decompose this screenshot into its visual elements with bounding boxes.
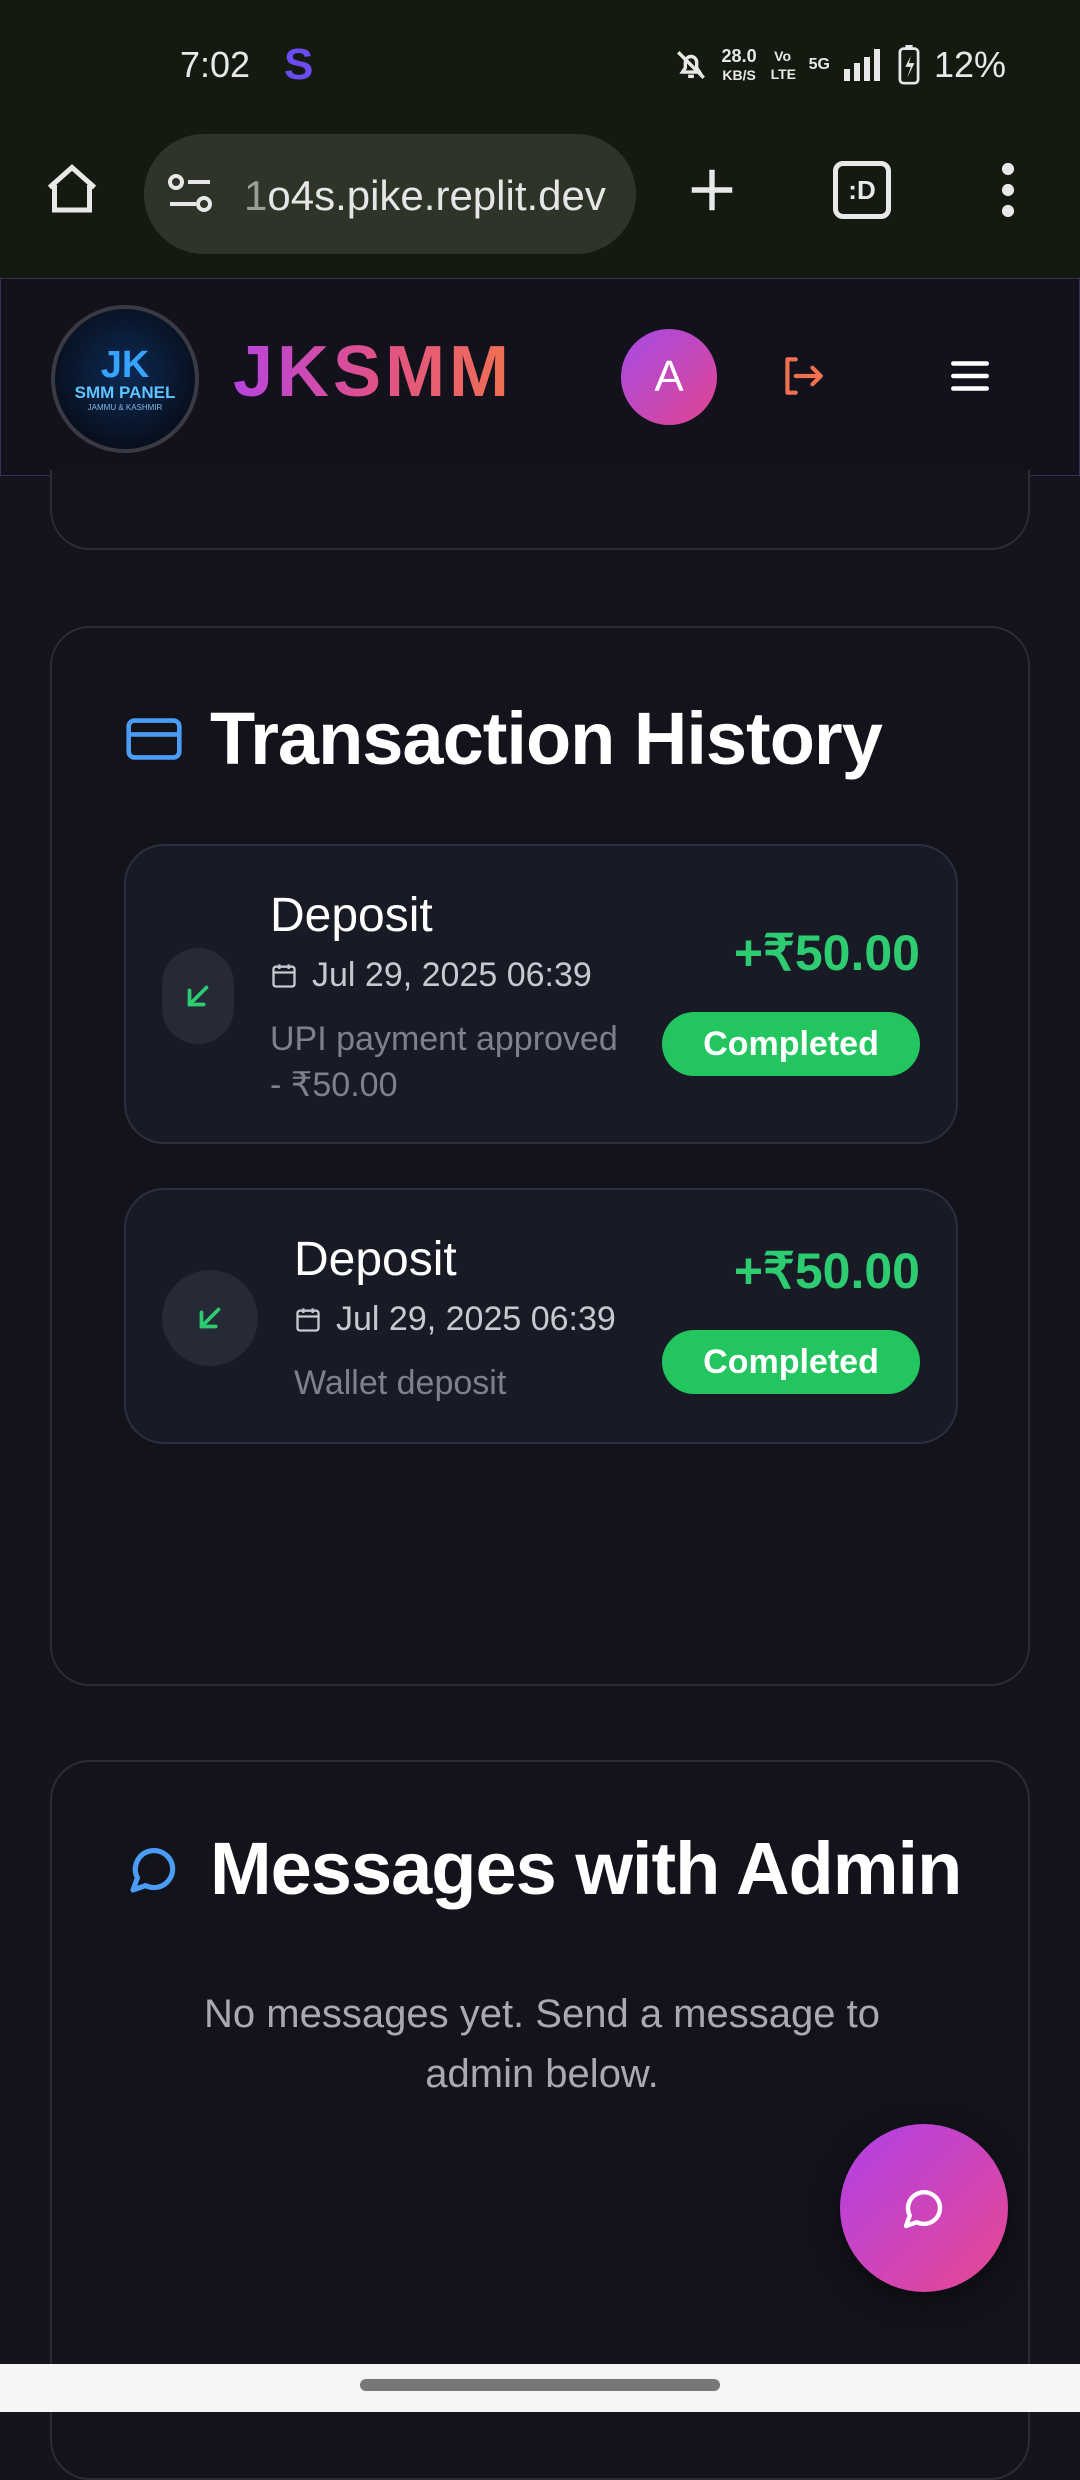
logo-smm: SMM PANEL (74, 382, 176, 402)
url-prefix: 1 (244, 172, 268, 219)
transaction-note: UPI payment approved - ₹50.00 (270, 1016, 670, 1108)
calendar-icon (296, 1307, 320, 1332)
address-bar[interactable]: 1o4s.pike.replit.dev (144, 134, 636, 254)
navigation-gesture-bar (0, 2364, 1080, 2412)
transaction-date-text: Jul 29, 2025 06:39 (336, 1300, 616, 1338)
tab-count: :D (833, 161, 891, 219)
mute-icon (676, 51, 705, 79)
messages-title: Messages with Admin (210, 1827, 962, 1910)
status-icons: 28.0 KB/S Vo LTE 5G 12% (674, 44, 1006, 86)
browser-menu-button[interactable] (972, 154, 1044, 226)
status-time: 7:02 (180, 44, 251, 85)
transaction-date: Jul 29, 2025 06:39 (270, 956, 592, 995)
battery-level: 12% (933, 44, 1006, 85)
transaction-note-line1: UPI payment approved (270, 1020, 618, 1058)
transaction-date: Jul 29, 2025 06:39 (294, 1300, 616, 1339)
network-type: 5G (808, 56, 830, 73)
logout-button[interactable] (777, 351, 827, 401)
status-badge: Completed (662, 1330, 920, 1394)
logo-sub: JAMMU & KASHMIR (87, 402, 163, 412)
transaction-note-line2: - ₹50.00 (270, 1066, 398, 1104)
message-circle-icon (130, 1847, 176, 1893)
logo-jk: JK (100, 343, 150, 386)
calendar-icon (272, 963, 296, 988)
app-notification-icon: S (284, 40, 314, 89)
site-settings-icon (168, 174, 212, 212)
transaction-amount: +₹50.00 (733, 1243, 920, 1299)
new-tab-button[interactable] (676, 154, 748, 226)
transaction-note: Wallet deposit (294, 1360, 694, 1406)
transaction-type: Deposit (294, 1233, 457, 1286)
net-speed-unit: KB/S (722, 66, 756, 83)
battery-icon (898, 45, 920, 85)
transaction-history-title: Transaction History (210, 697, 883, 780)
url-text: 1o4s.pike.replit.dev (244, 172, 606, 220)
avatar-initial: A (654, 352, 684, 401)
credit-card-icon (126, 717, 182, 760)
net-speed: 28.0 KB/S (722, 47, 757, 84)
url-host: o4s.pike.replit.dev (267, 172, 606, 219)
status-badge: Completed (662, 1012, 920, 1076)
chat-fab-button[interactable] (840, 2124, 1008, 2292)
home-button[interactable] (36, 154, 108, 226)
transaction-amount: +₹50.00 (733, 925, 920, 981)
home-icon (47, 164, 97, 213)
site-logo[interactable]: JK SMM PANEL JAMMU & KASHMIR (51, 305, 199, 453)
transaction-history-heading: Transaction History (126, 696, 883, 781)
transaction-date-text: Jul 29, 2025 06:39 (312, 956, 592, 994)
transaction-note-line1: Wallet deposit (294, 1364, 507, 1402)
previous-card (50, 470, 1030, 550)
hamburger-icon (951, 361, 989, 391)
transaction-type: Deposit (270, 889, 433, 942)
deposit-arrow-badge (162, 948, 234, 1044)
plus-icon (691, 169, 733, 211)
deposit-arrow-badge (162, 1270, 258, 1366)
browser-toolbar: 1o4s.pike.replit.dev :D (0, 130, 1080, 278)
volte-indicator: Vo LTE (770, 48, 796, 82)
brand-name[interactable]: JKSMM (233, 331, 513, 413)
app-header: JK SMM PANEL JAMMU & KASHMIR JKSMM A (0, 278, 1080, 476)
transaction-item[interactable]: Deposit Jul 29, 2025 06:39 UPI payment a… (124, 844, 958, 1144)
chat-icon (903, 2190, 943, 2229)
transaction-history-card: Transaction History Deposit Jul 29, 2025… (50, 626, 1030, 1686)
transaction-item[interactable]: Deposit Jul 29, 2025 06:39 Wallet deposi… (124, 1188, 958, 1444)
messages-heading: Messages with Admin (126, 1826, 962, 1911)
signal-icon (843, 49, 880, 81)
user-avatar[interactable]: A (621, 329, 717, 425)
logout-icon (785, 357, 823, 395)
status-bar: 7:02 S 28.0 KB/S Vo LTE 5G 12% (0, 0, 1080, 130)
net-speed-value: 28.0 (721, 45, 757, 66)
gesture-handle[interactable] (360, 2379, 720, 2391)
tab-switcher-button[interactable]: :D (826, 154, 898, 226)
empty-messages-text: No messages yet. Send a message to admin… (204, 1992, 880, 2096)
more-vertical-icon (1001, 162, 1015, 218)
arrow-down-left-icon (187, 985, 209, 1007)
arrow-down-left-icon (199, 1307, 221, 1329)
hamburger-menu-button[interactable] (945, 351, 995, 401)
